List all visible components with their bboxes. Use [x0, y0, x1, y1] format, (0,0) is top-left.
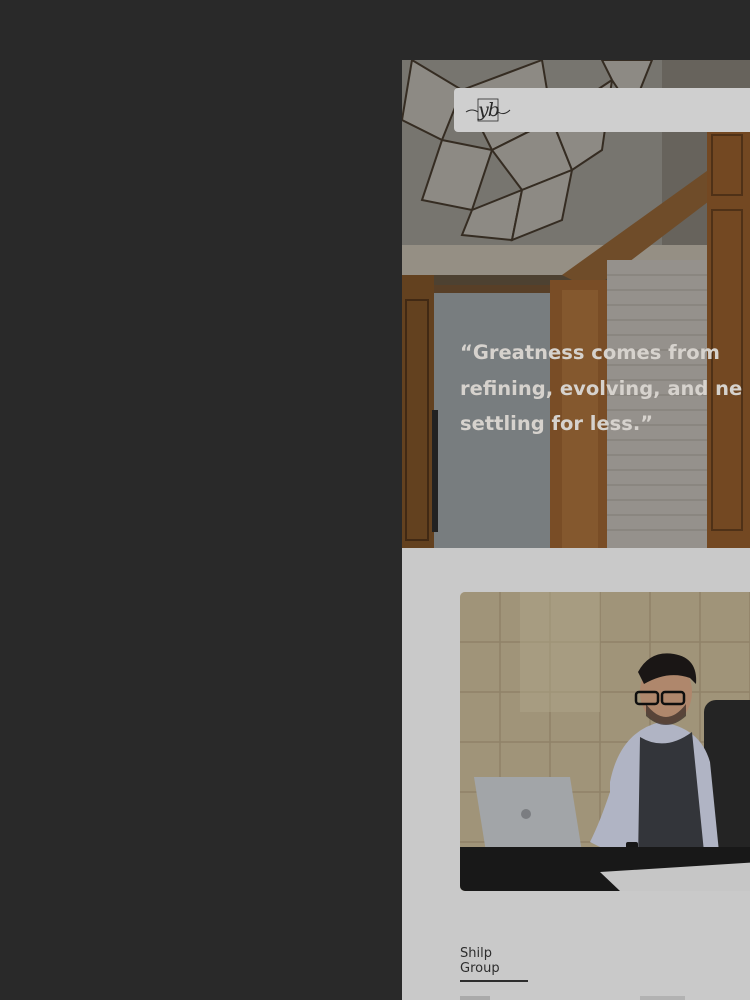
- page-preview: yb “Greatness comes from refining, evolv…: [402, 60, 750, 1000]
- header-bar: yb: [454, 88, 750, 132]
- hero-quote: “Greatness comes from refining, evolving…: [460, 335, 750, 442]
- logo-text: yb: [478, 99, 500, 121]
- quote-line: refining, evolving, and ne: [460, 376, 743, 400]
- quote-line: “Greatness comes from: [460, 341, 720, 364]
- company-link-shilp-group[interactable]: Shilp Group: [460, 946, 528, 982]
- quote-line: settling for less.”: [460, 412, 654, 435]
- hero-office-image: [402, 60, 750, 548]
- logo[interactable]: yb: [464, 94, 512, 126]
- portrait-photo: [460, 592, 750, 891]
- man-at-laptop-image: [460, 592, 750, 891]
- hero-section: yb “Greatness comes from refining, evolv…: [402, 60, 750, 548]
- faded-text-row: [460, 996, 750, 1000]
